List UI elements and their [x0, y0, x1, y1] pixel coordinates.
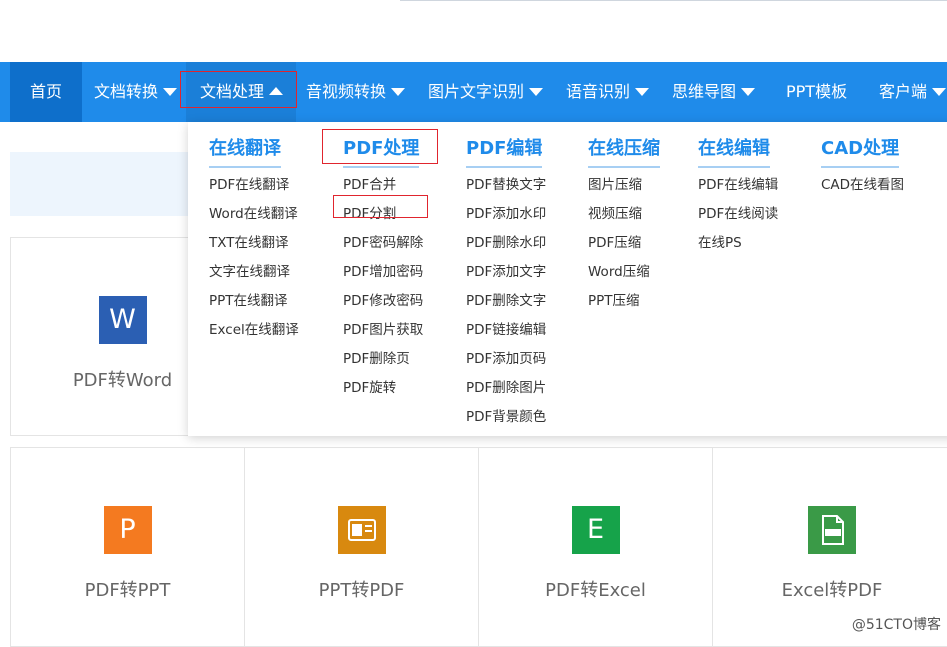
menu-column-title: CAD处理 [821, 134, 900, 168]
menu-link[interactable]: 图片压缩 [588, 173, 642, 193]
pdf-doc-icon [808, 506, 856, 554]
caret-down-icon [391, 87, 406, 96]
caret-down-icon [932, 87, 947, 96]
menu-link[interactable]: PDF替换文字 [466, 173, 546, 193]
menu-column-title: PDF处理 [343, 134, 420, 168]
menu-link[interactable]: PDF图片获取 [343, 318, 423, 338]
menu-link[interactable]: PDF链接编辑 [466, 318, 546, 338]
nav-item-label: 文档处理 [200, 82, 265, 101]
menu-column-title: PDF编辑 [466, 134, 543, 168]
watermark: @51CTO博客 [851, 617, 941, 633]
tool-card-label: PDF转PPT [84, 580, 171, 601]
menu-link[interactable]: PDF删除水印 [466, 231, 546, 251]
caret-down-icon [163, 87, 178, 96]
menu-link[interactable]: PDF背景颜色 [466, 405, 546, 425]
nav-item-label: 首页 [29, 82, 62, 101]
tool-card-label: PDF转Excel [545, 580, 646, 601]
menu-link[interactable]: CAD在线看图 [821, 173, 904, 193]
ppt-pdf-icon [337, 506, 386, 554]
nav-item-client[interactable]: 客户端 [879, 62, 947, 122]
menu-link[interactable]: PDF增加密码 [343, 260, 423, 280]
nav-item-label: 思维导图 [672, 82, 737, 101]
caret-up-icon [269, 86, 284, 95]
menu-link[interactable]: PDF分割 [343, 202, 396, 222]
tool-card-pdf-excel[interactable]: E PDF转Excel [478, 447, 713, 647]
menu-column-title: 在线翻译 [209, 134, 281, 168]
nav-item-doc-convert[interactable]: 文档转换 [94, 62, 178, 122]
menu-link[interactable]: PDF删除文字 [466, 289, 546, 309]
excel-icon: E [571, 506, 620, 554]
nav-item-label: PPT模板 [786, 82, 848, 101]
menu-link[interactable]: PPT压缩 [588, 289, 640, 309]
nav-item-label: 客户端 [879, 82, 928, 101]
menu-column-title: 在线压缩 [588, 134, 660, 168]
main-nav: 首页 文档转换 文档处理 音视频转换 图片文字识别 语音识别 思维导图 PPT模… [0, 62, 947, 122]
caret-down-icon [529, 87, 544, 96]
menu-link[interactable]: PDF在线编辑 [698, 173, 778, 193]
menu-link[interactable]: PDF修改密码 [343, 289, 423, 309]
nav-item-doc-process[interactable]: 文档处理 [186, 62, 296, 122]
doc-process-dropdown: 在线翻译 PDF在线翻译 Word在线翻译 TXT在线翻译 文字在线翻译 PPT… [188, 122, 947, 436]
menu-link[interactable]: TXT在线翻译 [209, 231, 289, 251]
menu-link[interactable]: Word在线翻译 [209, 202, 298, 222]
menu-link[interactable]: PDF添加页码 [466, 347, 546, 367]
word-icon: W [98, 296, 147, 344]
menu-link[interactable]: Word压缩 [588, 260, 650, 280]
top-divider [400, 0, 947, 1]
menu-link[interactable]: 在线PS [698, 231, 742, 251]
menu-link[interactable]: PDF合并 [343, 173, 396, 193]
nav-item-ppt-template[interactable]: PPT模板 [786, 62, 847, 122]
menu-column-title: 在线编辑 [698, 134, 770, 168]
nav-item-mindmap[interactable]: 思维导图 [672, 62, 756, 122]
tool-card-pdf-ppt[interactable]: P PDF转PPT [10, 447, 245, 647]
nav-item-ocr[interactable]: 图片文字识别 [428, 62, 544, 122]
menu-link[interactable]: PDF在线阅读 [698, 202, 778, 222]
menu-link[interactable]: 视频压缩 [588, 202, 642, 222]
nav-item-label: 语音识别 [566, 82, 631, 101]
nav-item-label: 音视频转换 [306, 82, 387, 101]
menu-link[interactable]: Excel在线翻译 [209, 318, 299, 338]
tool-card-label: Excel转PDF [781, 580, 883, 601]
menu-link[interactable]: PPT在线翻译 [209, 289, 288, 309]
nav-item-label: 图片文字识别 [428, 82, 525, 101]
menu-link[interactable]: PDF删除页 [343, 347, 410, 367]
menu-link[interactable]: PDF添加文字 [466, 260, 546, 280]
nav-item-home[interactable]: 首页 [10, 62, 82, 122]
menu-link[interactable]: 文字在线翻译 [209, 260, 290, 280]
caret-down-icon [741, 87, 756, 96]
menu-link[interactable]: PDF删除图片 [466, 376, 546, 396]
menu-link[interactable]: PDF压缩 [588, 231, 641, 251]
menu-link[interactable]: PDF在线翻译 [209, 173, 289, 193]
nav-item-label: 文档转换 [94, 82, 159, 101]
menu-link[interactable]: PDF密码解除 [343, 231, 423, 251]
nav-item-speech[interactable]: 语音识别 [566, 62, 650, 122]
caret-down-icon [635, 87, 650, 96]
menu-link[interactable]: PDF添加水印 [466, 202, 546, 222]
tool-card-label: PPT转PDF [318, 580, 405, 601]
menu-link[interactable]: PDF旋转 [343, 376, 396, 396]
powerpoint-icon: P [103, 506, 152, 554]
tool-card-ppt-pdf[interactable]: PPT转PDF [244, 447, 479, 647]
nav-item-av-convert[interactable]: 音视频转换 [306, 62, 406, 122]
